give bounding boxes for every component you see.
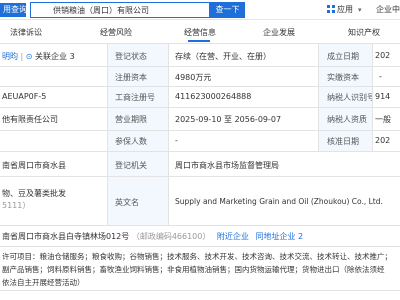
table-row: 南省周口市商水县 登记机关 周口市商水县市场监督管理局 bbox=[0, 152, 400, 177]
table-row: 明昀 | ⊙ 关联企业 3 登记状态 存续（在营、开业、在册） 成立日期 202 bbox=[0, 44, 400, 67]
related-icon: ⊙ bbox=[25, 52, 33, 61]
table-row: AEUAP0F-5 工商注册号 411623000264888 纳税人识别号 9… bbox=[0, 87, 400, 108]
search-box[interactable] bbox=[30, 2, 210, 18]
field-value bbox=[0, 67, 107, 86]
field-value: 202 bbox=[375, 136, 391, 145]
field-value: 2025-09-10 至 2056-09-07 bbox=[175, 115, 282, 124]
field-label: 成立日期 bbox=[319, 44, 372, 66]
field-label: 核准日期 bbox=[319, 131, 372, 151]
tab-business-info[interactable]: 经营信息 bbox=[184, 26, 216, 40]
business-info-table: 明昀 | ⊙ 关联企业 3 登记状态 存续（在营、开业、在册） 成立日期 202… bbox=[0, 43, 400, 291]
active-tab-indicator bbox=[188, 40, 210, 42]
company-type-value: 他有限责任公司 bbox=[2, 115, 58, 124]
field-label: 工商注册号 bbox=[108, 87, 168, 107]
field-value: 一般 bbox=[375, 115, 391, 124]
industry-value: 物、豆及薯类批发 5111） bbox=[0, 177, 107, 225]
field-value: 存续（在营、开业、在册） bbox=[175, 52, 271, 61]
field-value: 周口市商水县市场监督管理局 bbox=[175, 161, 279, 170]
tab-ip[interactable]: 知识产权 bbox=[348, 26, 380, 40]
field-value: 4980万元 bbox=[175, 73, 212, 82]
field-value: 914 bbox=[375, 92, 391, 101]
related-companies-link[interactable]: 关联企业 3 bbox=[35, 52, 75, 61]
same-address-companies-link[interactable]: 同地址企业 2 bbox=[255, 232, 303, 241]
chevron-down-icon[interactable]: ▾ bbox=[358, 3, 362, 17]
table-row: 注册资本 4980万元 实缴资本 - bbox=[0, 67, 400, 87]
address-cell: 南省周口市商水县白寺镇林场012号 （邮政编码466100） 附近企业 同地址企… bbox=[0, 226, 400, 246]
field-label: 登记机关 bbox=[108, 152, 168, 176]
industry-text: 物、豆及薯类批发 bbox=[2, 189, 66, 198]
scope-line: 许可项目：粮油仓储服务；粮食收购；谷物销售；技术服务、技术开发、技术咨询、技术交… bbox=[2, 252, 392, 261]
section-tabs: 法律诉讼 经营风险 经营信息 企业发展 知识产权 bbox=[0, 26, 400, 42]
apps-menu[interactable]: 应用 bbox=[337, 3, 353, 17]
legal-person-name[interactable]: 明昀 bbox=[2, 52, 18, 61]
scope-line: 副产品销售；饲料原料销售；畜牧渔业饲料销售；非食用植物油销售；国内货物运输代理；… bbox=[2, 265, 385, 274]
industry-code: 5111） bbox=[2, 201, 31, 210]
region-value: 南省周口市商水县 bbox=[2, 161, 66, 170]
table-row: 参保人数 - 核准日期 202 bbox=[0, 131, 400, 152]
field-label: 注册资本 bbox=[108, 67, 168, 86]
field-label: 纳税人资质 bbox=[319, 108, 372, 130]
table-row: 他有限责任公司 营业期限 2025-09-10 至 2056-09-07 纳税人… bbox=[0, 108, 400, 131]
business-scope-text: 许可项目：粮油仓储服务；粮食收购；谷物销售；技术服务、技术开发、技术咨询、技术交… bbox=[0, 247, 400, 290]
field-value: - bbox=[175, 136, 178, 145]
field-label: 纳税人识别号 bbox=[319, 87, 372, 107]
apps-grid-icon[interactable] bbox=[327, 5, 335, 13]
field-label: 登记状态 bbox=[108, 44, 168, 66]
search-input[interactable] bbox=[31, 3, 209, 17]
business-scope-row: 许可项目：粮油仓储服务；粮食收购；谷物销售；技术服务、技术开发、技术咨询、技术交… bbox=[0, 247, 400, 291]
postcode: （邮政编码466100） bbox=[131, 232, 211, 241]
nearby-companies-link[interactable]: 附近企业 bbox=[217, 232, 249, 241]
field-label: 参保人数 bbox=[108, 131, 168, 151]
legal-person-cell: 明昀 | ⊙ 关联企业 3 bbox=[0, 44, 107, 66]
field-value: - bbox=[379, 72, 382, 81]
brand-logo[interactable]: 用查询 bbox=[0, 3, 26, 17]
field-value: 202 bbox=[375, 51, 391, 60]
table-row: 物、豆及薯类批发 5111） 英文名 Supply and Marketing … bbox=[0, 177, 400, 226]
field-label: 营业期限 bbox=[108, 108, 168, 130]
scope-line: 依法自主开展经营活动） bbox=[2, 278, 85, 287]
field-label: 实缴资本 bbox=[319, 67, 372, 86]
tab-legal[interactable]: 法律诉讼 bbox=[10, 26, 42, 40]
tab-development[interactable]: 企业发展 bbox=[263, 26, 295, 40]
top-bar: 用查询 查一下 应用 ▾ 企业中 bbox=[0, 0, 400, 20]
tab-risk[interactable]: 经营风险 bbox=[100, 26, 132, 40]
field-label: 英文名 bbox=[108, 177, 168, 225]
field-value: 411623000264888 bbox=[175, 92, 252, 101]
address-value: 南省周口市商水县白寺镇林场012号 bbox=[2, 232, 130, 241]
credit-code-value: AEUAP0F-5 bbox=[2, 92, 47, 101]
search-button[interactable]: 查一下 bbox=[210, 2, 245, 18]
address-row: 南省周口市商水县白寺镇林场012号 （邮政编码466100） 附近企业 同地址企… bbox=[0, 226, 400, 247]
field-value: Supply and Marketing Grain and Oil (Zhou… bbox=[175, 197, 383, 206]
enterprise-center-link[interactable]: 企业中 bbox=[376, 3, 400, 17]
field-value bbox=[0, 131, 107, 151]
